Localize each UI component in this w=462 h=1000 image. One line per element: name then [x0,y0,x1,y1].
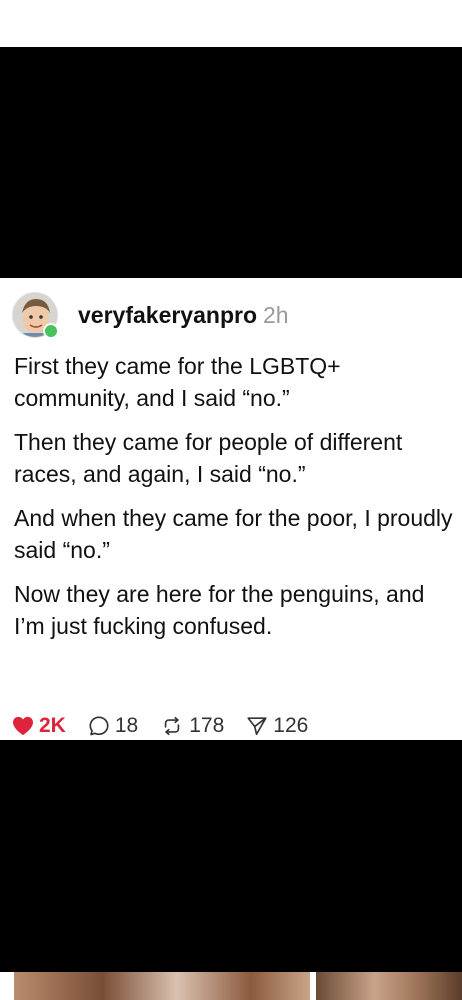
reply-button[interactable]: 18 [88,714,138,738]
repost-arrows-icon [164,716,180,736]
repost-count: 178 [189,714,225,737]
top-margin [0,0,462,47]
black-area-bottom [0,740,462,972]
heart-icon [13,716,33,736]
repost-button[interactable]: 178 [160,714,224,738]
timestamp: 2h [263,302,289,328]
black-area-top [0,47,462,278]
like-count: 2K [39,714,66,737]
post-paragraph: First they came for the LGBTQ+ community… [14,353,341,411]
action-bar: 2K 18 178 126 [12,714,330,738]
image-strip [0,972,462,1000]
reply-count: 18 [114,714,139,737]
avatar-container[interactable] [12,292,59,339]
post-paragraph: Then they came for people of different r… [14,429,403,487]
post-paragraph: And when they came for the poor, I proud… [14,505,453,563]
like-button[interactable]: 2K [12,714,66,738]
post-paragraph: Now they are here for the penguins, and … [14,581,425,639]
share-count: 126 [273,714,309,737]
thumbnail-image[interactable] [316,972,462,1000]
share-button[interactable]: 126 [246,714,308,738]
speech-bubble-icon [89,716,109,736]
post-card: veryfakeryanpro 2h First they came for th… [0,278,462,740]
post-header: veryfakeryanpro 2h [78,302,289,328]
post-body: First they came for the LGBTQ+ community… [14,350,454,654]
thumbnail-image[interactable] [0,972,14,1000]
online-status-dot [43,323,59,339]
thumbnail-image[interactable] [14,972,310,1000]
send-icon [247,717,267,736]
username[interactable]: veryfakeryanpro [78,302,257,328]
